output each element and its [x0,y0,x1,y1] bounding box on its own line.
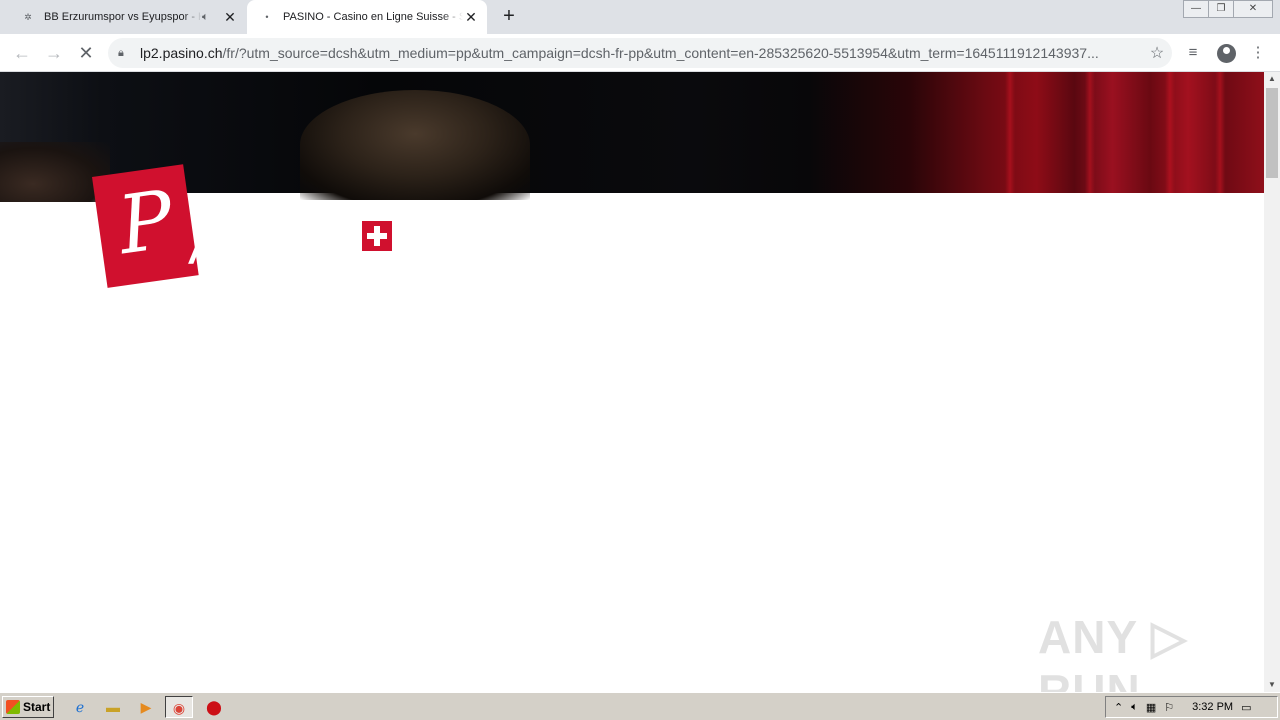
profile-avatar-icon[interactable] [1214,41,1238,65]
tab-bb-erzurumspor[interactable]: ✲ BB Erzurumspor vs Eyupspor - H 🔈︎ ✕ [8,0,246,34]
tab-title: BB Erzurumspor vs Eyupspor - H [44,11,202,23]
browser-toolbar: ← → ✕ 🔒︎ lp2.pasino.ch/fr/?utm_source=dc… [0,34,1280,72]
bookmark-star-icon[interactable]: ☆ [1142,43,1172,63]
system-tray: ⌃ 🔈︎ ▦ ⚐ 3:32 PM ▭ [1105,696,1278,718]
page-viewport: P ASINO CH [0,72,1264,692]
address-bar[interactable]: 🔒︎ lp2.pasino.ch/fr/?utm_source=dcsh&utm… [108,38,1172,68]
close-tab-icon[interactable]: ✕ [463,9,479,25]
volume-icon[interactable]: 🔈︎ [1131,701,1138,714]
clock[interactable]: 3:32 PM [1192,701,1233,713]
loading-dot-icon: • [265,12,269,22]
speaker-icon[interactable]: 🔈︎ [202,11,216,24]
tab-pasino[interactable]: • PASINO - Casino en Ligne Suisse - S ✕ [247,0,487,34]
show-desktop-icon[interactable]: ▭ [1241,701,1251,714]
chrome-icon[interactable]: ◉ [165,696,193,718]
pasino-logo[interactable]: P ASINO CH [92,164,402,297]
scrollbar-thumb[interactable] [1266,88,1278,178]
url-host: lp2.pasino.ch [140,45,223,61]
opera-icon[interactable]: ⬤ [200,696,228,718]
network-icon[interactable]: ▦ [1146,701,1156,714]
media-control-icon[interactable]: ≡ [1181,41,1205,65]
lock-icon[interactable]: 🔒︎ [118,47,134,60]
close-window-icon[interactable]: ✕ [1233,0,1273,18]
new-tab-button[interactable]: + [498,6,520,28]
internet-explorer-icon[interactable]: ℯ [66,696,94,718]
loading-spinner-icon: ✲ [24,11,32,22]
tray-expand-icon[interactable]: ⌃ [1114,701,1123,714]
url-path: /fr/?utm_source=dcsh&utm_medium=pp&utm_c… [222,45,1099,61]
logo-mark: P [92,164,199,288]
close-tab-icon[interactable]: ✕ [222,9,238,25]
swiss-cross-icon [362,221,392,251]
folder-icon[interactable]: ▬ [99,696,127,718]
windows-logo-icon [6,700,20,714]
hero-banner [0,72,1264,202]
scroll-up-icon[interactable]: ▲ [1264,72,1280,86]
url-text[interactable]: lp2.pasino.ch/fr/?utm_source=dcsh&utm_me… [140,45,1142,61]
vertical-scrollbar[interactable]: ▲ ▼ [1264,72,1280,692]
minimize-icon[interactable]: — [1183,0,1209,18]
back-arrow-icon[interactable]: ← [10,41,34,65]
start-label: Start [23,700,51,714]
logo-suffix: CH [362,255,383,265]
forward-arrow-icon[interactable]: → [42,41,66,65]
action-center-flag-icon[interactable]: ⚐ [1164,701,1174,714]
tab-strip: ✲ BB Erzurumspor vs Eyupspor - H 🔈︎ ✕ • … [0,0,1280,34]
restore-icon[interactable]: ❐ [1208,0,1234,18]
windows-taskbar: Start ℯ ▬ ▶ ◉ ⬤ ⌃ 🔈︎ ▦ ⚐ 3:32 PM ▭ [0,692,1280,720]
stop-loading-icon[interactable]: ✕ [74,41,98,65]
logo-wordmark: ASINO [188,216,347,265]
menu-kebab-icon[interactable]: ⋮ [1246,41,1270,65]
start-button[interactable]: Start [2,696,54,718]
media-player-icon[interactable]: ▶ [132,696,160,718]
tab-title: PASINO - Casino en Ligne Suisse - S [283,11,463,23]
